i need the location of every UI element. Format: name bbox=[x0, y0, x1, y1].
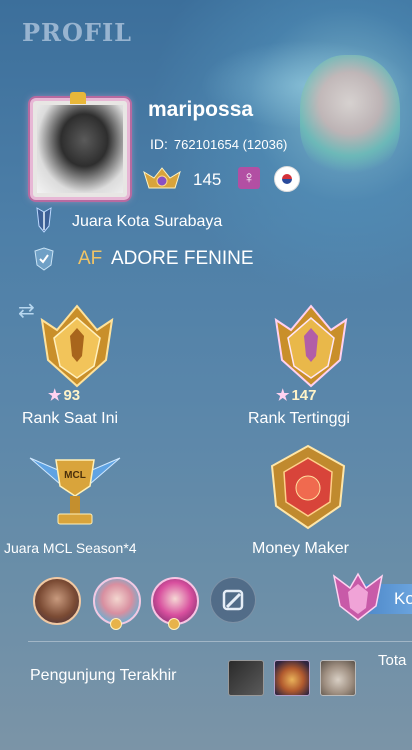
hero-illustration bbox=[300, 55, 400, 175]
korea-flag-icon[interactable] bbox=[274, 166, 300, 192]
money-maker-emblem-icon bbox=[270, 444, 346, 530]
rank-wing-icon bbox=[332, 572, 384, 621]
current-rank-stars: ★ 93 bbox=[48, 387, 81, 404]
recent-visitors-label: Pengunjung Terakhir bbox=[30, 667, 177, 684]
current-rank-label: Rank Saat Ini bbox=[22, 410, 119, 427]
mythic-rank-badge-icon[interactable] bbox=[142, 164, 182, 194]
divider bbox=[28, 641, 412, 642]
star-icon: ★ bbox=[48, 387, 62, 404]
recent-visitor-1[interactable] bbox=[228, 660, 264, 696]
female-gender-icon: ♀ bbox=[238, 167, 260, 189]
squad-name[interactable]: ADORE FENINE bbox=[111, 248, 254, 270]
avatar[interactable] bbox=[30, 98, 130, 200]
side-button-label: Ko bbox=[394, 589, 412, 608]
avatar-photo bbox=[37, 105, 123, 193]
id-value: 762101654 (12036) bbox=[173, 137, 288, 152]
player-level: 145 bbox=[193, 170, 222, 189]
current-rank-emblem-icon bbox=[40, 304, 114, 388]
squad-tag: AF bbox=[78, 248, 103, 269]
highest-rank-stars: ★ 147 bbox=[276, 387, 317, 404]
player-id: ID: 762101654 (12036) bbox=[150, 136, 287, 152]
hero-mastery-icon bbox=[168, 618, 180, 630]
star-icon: ★ bbox=[276, 387, 290, 404]
favorite-hero-1[interactable] bbox=[33, 577, 81, 625]
crown-icon bbox=[70, 92, 86, 104]
money-maker-label: Money Maker bbox=[252, 540, 349, 557]
total-visitors-label: Tota bbox=[378, 652, 407, 669]
hero-mastery-icon bbox=[110, 618, 122, 630]
edit-heroes-button[interactable] bbox=[210, 577, 256, 623]
mcl-trophy-icon: MCL bbox=[29, 457, 121, 525]
id-label: ID: bbox=[150, 136, 168, 152]
page-title: PROFIL bbox=[22, 18, 133, 47]
highest-rank-label: Rank Tertinggi bbox=[248, 410, 350, 427]
side-action-button[interactable]: Ko bbox=[330, 568, 412, 624]
recent-visitor-3[interactable] bbox=[320, 660, 356, 696]
mcl-label: Juara MCL Season*4 bbox=[4, 540, 137, 556]
edit-icon bbox=[222, 589, 244, 611]
squad-shield-icon bbox=[34, 247, 54, 271]
username: maripossa bbox=[148, 98, 254, 121]
city-title-icon bbox=[36, 207, 52, 233]
player-title[interactable]: Juara Kota Surabaya bbox=[72, 213, 222, 231]
recent-visitor-2[interactable] bbox=[274, 660, 310, 696]
mcl-emblem-text: MCL bbox=[64, 470, 86, 481]
highest-rank-emblem-icon bbox=[274, 304, 348, 388]
